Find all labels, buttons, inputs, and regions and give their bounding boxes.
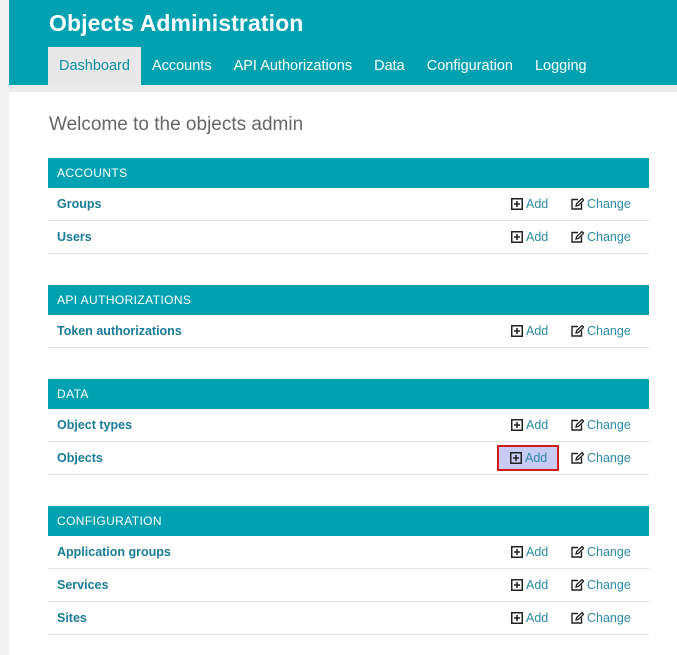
- add-label: Add: [526, 418, 549, 432]
- change-label: Change: [587, 324, 631, 338]
- table-row: Objects Add Change: [48, 442, 649, 475]
- edit-icon: [571, 579, 584, 591]
- add-label: Add: [526, 197, 549, 211]
- change-button[interactable]: Change: [571, 607, 631, 629]
- table-row: Application groups Add Change: [48, 536, 649, 569]
- add-button[interactable]: Add: [508, 226, 551, 248]
- add-label: Add: [526, 578, 549, 592]
- module-configuration: CONFIGURATION Application groups Add Cha…: [48, 506, 649, 635]
- table-row: Object types Add Change: [48, 409, 649, 442]
- main-nav: Dashboard Accounts API Authorizations Da…: [48, 47, 598, 85]
- window-left-edge: [0, 0, 9, 655]
- change-button[interactable]: Change: [571, 414, 631, 436]
- plus-square-icon: [511, 546, 523, 558]
- table-row: Sites Add Change: [48, 602, 649, 635]
- model-link-token-authorizations[interactable]: Token authorizations: [57, 315, 182, 347]
- page-title: Welcome to the objects admin: [49, 114, 304, 135]
- nav-tab-data[interactable]: Data: [363, 47, 416, 85]
- table-row: Token authorizations Add Change: [48, 315, 649, 348]
- table-row: Services Add Change: [48, 569, 649, 602]
- plus-square-icon: [511, 419, 523, 431]
- change-button[interactable]: Change: [571, 226, 631, 248]
- edit-icon: [571, 452, 584, 464]
- add-label: Add: [525, 451, 548, 465]
- site-title[interactable]: Objects Administration: [49, 10, 303, 37]
- plus-square-icon: [511, 325, 523, 337]
- change-label: Change: [587, 545, 631, 559]
- header-subbar: [9, 85, 677, 92]
- site-header: Objects Administration Dashboard Account…: [9, 0, 677, 85]
- plus-square-icon: [511, 198, 523, 210]
- module-header[interactable]: DATA: [48, 379, 649, 409]
- plus-square-icon: [511, 579, 523, 591]
- add-label: Add: [526, 611, 549, 625]
- add-button[interactable]: Add: [508, 320, 551, 342]
- change-label: Change: [587, 197, 631, 211]
- change-label: Change: [587, 578, 631, 592]
- edit-icon: [571, 546, 584, 558]
- model-link-groups[interactable]: Groups: [57, 188, 101, 220]
- add-button[interactable]: Add: [508, 414, 551, 436]
- plus-square-icon: [511, 612, 523, 624]
- model-link-services[interactable]: Services: [57, 569, 108, 601]
- plus-square-icon: [511, 231, 523, 243]
- edit-icon: [571, 198, 584, 210]
- add-label: Add: [526, 324, 549, 338]
- change-label: Change: [587, 230, 631, 244]
- add-button[interactable]: Add: [508, 607, 551, 629]
- change-label: Change: [587, 451, 631, 465]
- add-button[interactable]: Add: [508, 193, 551, 215]
- add-label: Add: [526, 545, 549, 559]
- nav-tab-api-authorizations[interactable]: API Authorizations: [223, 47, 364, 85]
- change-label: Change: [587, 418, 631, 432]
- add-label: Add: [526, 230, 549, 244]
- model-link-objects[interactable]: Objects: [57, 442, 103, 474]
- nav-tab-accounts[interactable]: Accounts: [141, 47, 223, 85]
- add-button[interactable]: Add: [508, 574, 551, 596]
- change-button[interactable]: Change: [571, 193, 631, 215]
- edit-icon: [571, 325, 584, 337]
- change-button[interactable]: Change: [571, 447, 631, 469]
- module-header[interactable]: CONFIGURATION: [48, 506, 649, 536]
- module-header[interactable]: ACCOUNTS: [48, 158, 649, 188]
- edit-icon: [571, 612, 584, 624]
- change-button[interactable]: Change: [571, 541, 631, 563]
- module-accounts: ACCOUNTS Groups Add Change Users Add Cha…: [48, 158, 649, 254]
- module-header[interactable]: API AUTHORIZATIONS: [48, 285, 649, 315]
- module-api-authorizations: API AUTHORIZATIONS Token authorizations …: [48, 285, 649, 348]
- edit-icon: [571, 231, 584, 243]
- table-row: Groups Add Change: [48, 188, 649, 221]
- model-link-users[interactable]: Users: [57, 221, 92, 253]
- table-row: Users Add Change: [48, 221, 649, 254]
- model-link-application-groups[interactable]: Application groups: [57, 536, 171, 568]
- edit-icon: [571, 419, 584, 431]
- add-button[interactable]: Add: [508, 541, 551, 563]
- model-link-object-types[interactable]: Object types: [57, 409, 132, 441]
- change-label: Change: [587, 611, 631, 625]
- nav-tab-logging[interactable]: Logging: [524, 47, 598, 85]
- change-button[interactable]: Change: [571, 574, 631, 596]
- module-data: DATA Object types Add Change Objects Add…: [48, 379, 649, 475]
- model-link-sites[interactable]: Sites: [57, 602, 87, 634]
- nav-tab-configuration[interactable]: Configuration: [416, 47, 524, 85]
- plus-square-icon: [510, 452, 522, 464]
- add-button-objects-highlighted[interactable]: Add: [497, 445, 560, 471]
- nav-tab-dashboard[interactable]: Dashboard: [48, 47, 141, 85]
- change-button[interactable]: Change: [571, 320, 631, 342]
